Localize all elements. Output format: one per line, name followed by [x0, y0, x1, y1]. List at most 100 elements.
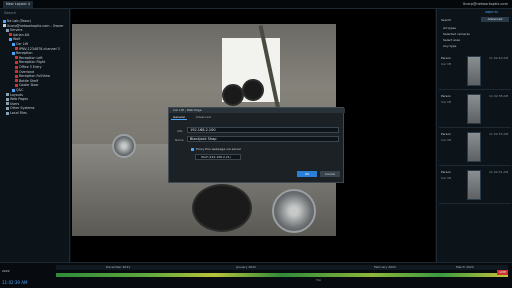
- tree-item[interactable]: Reception Left: [15, 56, 43, 60]
- month-label: February 2022: [374, 265, 396, 269]
- tree-item[interactable]: Office 3 Entry: [15, 65, 42, 69]
- tree-item-icon: [15, 74, 18, 78]
- tree-item[interactable]: Other Systems: [6, 106, 34, 110]
- timeline-year: 2022: [2, 269, 10, 273]
- event-thumbnail: [467, 56, 481, 86]
- tree-item-icon: [6, 93, 9, 97]
- event-camera: Car lift: [441, 176, 451, 180]
- wheel-rim: [112, 134, 136, 158]
- tree-item-icon: [6, 28, 9, 32]
- filter-area[interactable]: Select area: [443, 38, 460, 42]
- tree-item[interactable]: Web Pages: [6, 97, 28, 101]
- tree-item-icon: [12, 51, 15, 55]
- tree-item[interactable]: Users: [6, 102, 19, 106]
- tick-label: Feb: [316, 278, 322, 282]
- tree-item-label: Local Files: [10, 111, 27, 115]
- event-tile[interactable]: Person Car lift 11:02:40 AM: [439, 54, 511, 90]
- tab-advanced[interactable]: Advanced: [194, 115, 213, 119]
- tree-item-label: Web Pages: [10, 97, 28, 102]
- name-field[interactable]: Blackjack Shop: [187, 136, 339, 142]
- user-account[interactable]: Xcorp@networkoptix.com: [463, 1, 508, 8]
- advanced-button[interactable]: Advanced: [481, 17, 509, 22]
- server-select[interactable]: Wolf (192.168.2.21): [195, 154, 241, 160]
- tree-item-icon: [15, 70, 18, 74]
- tree-item-label: Servers: [10, 28, 23, 33]
- ok-button[interactable]: OK: [297, 171, 317, 177]
- tree-item-icon: [15, 60, 18, 64]
- tree-item-icon: [6, 97, 9, 101]
- tree-item[interactable]: Local Files: [6, 111, 27, 115]
- tree-item-label: Bottle Shelf: [19, 78, 39, 83]
- current-time: 11:02:39 AM: [2, 280, 28, 285]
- tree-item-icon: [6, 102, 9, 106]
- tree-item[interactable]: Overland: [15, 70, 34, 74]
- objects-tab[interactable]: OBJECTS: [485, 10, 498, 14]
- tree-item[interactable]: Cooler Door: [15, 83, 39, 87]
- event-camera: Car lift: [441, 138, 451, 142]
- tree-item-label: Nx Lab (Teoxc): [7, 19, 32, 23]
- tree-item[interactable]: Bottle Shelf: [15, 79, 38, 83]
- tree-item-label: Car Lift: [16, 42, 28, 46]
- tree-item-icon: [6, 111, 9, 115]
- tree-item[interactable]: Layouts: [6, 93, 23, 97]
- proxy-checkbox[interactable]: [191, 148, 194, 151]
- proxy-label: Proxy this webpage via server: [196, 147, 242, 151]
- tire: [222, 84, 244, 106]
- tree-item-label: Cooler Door: [19, 83, 39, 88]
- tire: [242, 79, 264, 101]
- tree-item[interactable]: IPNV-1234878-channel 3: [15, 47, 60, 51]
- tree-item[interactable]: Q&C: [12, 88, 23, 92]
- event-type: Person: [441, 170, 452, 174]
- tree-item-label: Reception Left: [19, 55, 43, 60]
- tree-item[interactable]: Servers: [6, 28, 23, 32]
- tree-item-label: Reception Right: [19, 60, 46, 65]
- tree-item-label: Overland: [19, 69, 35, 74]
- event-tile[interactable]: Person Car lift 11:02:31 AM: [439, 168, 511, 204]
- event-time: 11:02:38 AM: [489, 94, 509, 98]
- tree-item[interactable]: Reception: [12, 51, 32, 55]
- timeline-months: December 2021 January 2022 February 2022…: [56, 265, 508, 270]
- search-label: Search: [441, 18, 452, 22]
- event-type: Person: [441, 132, 452, 136]
- tree-item-icon: [15, 65, 18, 69]
- timeline[interactable]: 2022 December 2021 January 2022 February…: [0, 262, 512, 288]
- filter-all-types[interactable]: All types: [443, 26, 456, 30]
- timeline-recording-bar[interactable]: [56, 273, 508, 277]
- tree-item[interactable]: Car Lift: [12, 42, 28, 46]
- tab-layout[interactable]: New Layout 4: [3, 1, 33, 8]
- tree-item-icon: [9, 37, 12, 41]
- tree-item-label: Office 3 Entry: [19, 65, 42, 69]
- tree-item-icon: [15, 56, 18, 60]
- tree-item-label: Reception: [16, 51, 33, 56]
- event-tile[interactable]: Person Car lift 11:02:38 AM: [439, 92, 511, 128]
- timeline-ticks: Feb: [56, 278, 508, 282]
- tree-item[interactable]: Reception FullView: [15, 74, 50, 78]
- tree-item[interactable]: Wolf: [9, 37, 20, 41]
- search-input[interactable]: Search: [4, 11, 66, 16]
- tree-item-icon: [15, 83, 18, 87]
- month-label: December 2021: [106, 265, 131, 269]
- tree-item-icon: [6, 106, 9, 110]
- tree-item-label: Layouts: [10, 92, 23, 97]
- tree-item[interactable]: Reception Right: [15, 60, 45, 64]
- url-field[interactable]: 192.168.2.100: [187, 127, 339, 133]
- event-tile[interactable]: Person Car lift 11:02:33 AM: [439, 130, 511, 166]
- tree-item-icon: [3, 24, 6, 28]
- name-label: Name: [175, 138, 184, 142]
- tree-item-label: Wolf: [13, 37, 21, 42]
- event-time: 11:02:31 AM: [489, 170, 509, 174]
- filter-type[interactable]: Any type: [443, 44, 456, 48]
- tree-item[interactable]: Xcorp@networkoptix.com - Owner: [3, 24, 64, 28]
- tree-item-icon: [9, 33, 12, 37]
- filter-cameras[interactable]: Selected cameras: [443, 32, 470, 36]
- event-time: 11:02:40 AM: [489, 56, 509, 60]
- live-button[interactable]: LIVE: [497, 270, 508, 275]
- tab-general[interactable]: General: [171, 115, 187, 120]
- tree-item-label: Other Systems: [10, 106, 35, 111]
- tree-item[interactable]: Adrian-Kit: [9, 33, 29, 37]
- web-page-dialog: Car Lift - Web Page General Advanced URL…: [168, 107, 345, 183]
- tree-item-label: Xcorp@networkoptix.com - Owner: [7, 23, 64, 28]
- url-label: URL: [177, 129, 183, 133]
- tree-item[interactable]: Nx Lab (Teoxc): [3, 19, 31, 23]
- cancel-button[interactable]: Cancel: [320, 171, 340, 177]
